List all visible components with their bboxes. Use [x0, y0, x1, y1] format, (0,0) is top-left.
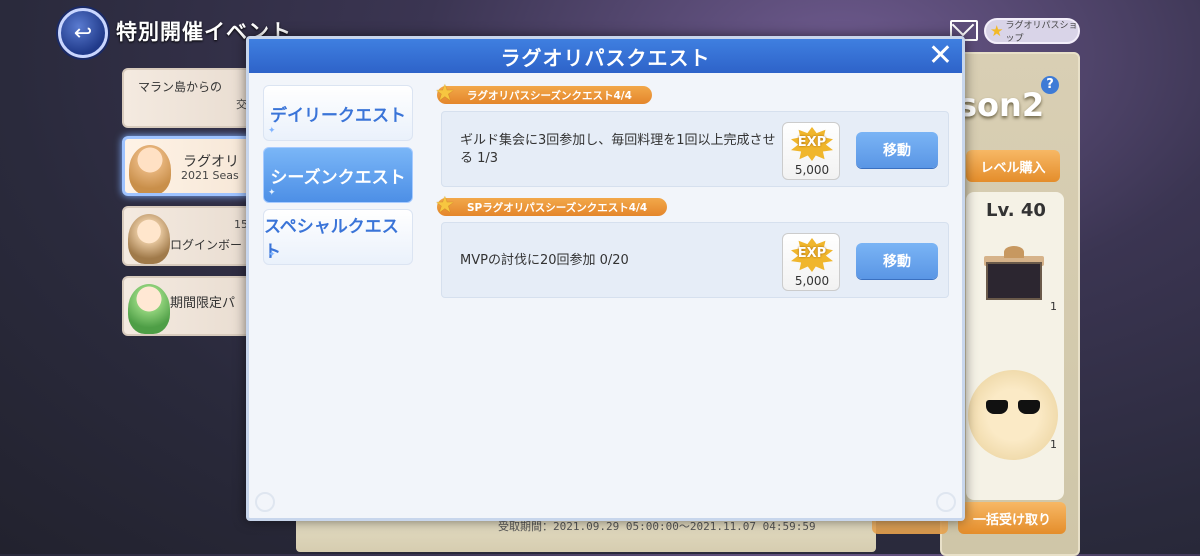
gift-box-icon[interactable]	[984, 246, 1044, 300]
reward-count: 1	[1050, 438, 1057, 451]
close-icon[interactable]: ✕	[926, 41, 956, 71]
pass-shop-button[interactable]: ★ ラグオリパスショップ	[984, 18, 1080, 44]
star-icon: ★	[435, 193, 455, 218]
event-item-ragori-pass[interactable]: ラグオリ 2021 Seas	[122, 136, 262, 196]
modal-header: ラグオリパスクエスト ✕	[249, 39, 962, 73]
corner-ornament	[255, 492, 275, 512]
exp-label: EXP	[797, 246, 827, 261]
event-label: ログインボー	[170, 238, 243, 252]
tab-label: シーズンクエスト	[270, 167, 406, 188]
sparkle-icon: ✦	[268, 250, 276, 260]
event-item-maran[interactable]: マラン島からの 交	[122, 68, 262, 128]
tab-label: デイリークエスト	[270, 105, 406, 126]
sparkle-icon: ✦	[268, 188, 276, 198]
section-label-sp-season: ★ SPラグオリパスシーズンクエスト4/4	[435, 193, 668, 218]
pass-shop-label: ラグオリパスショップ	[1005, 21, 1078, 44]
star-icon: ★	[435, 81, 455, 106]
section-label-text: ラグオリパスシーズンクエスト4/4	[467, 89, 632, 102]
star-icon: ★	[990, 22, 1004, 40]
quest-description: ギルド集会に3回参加し、毎回料理を1回以上完成させる 1/3	[460, 133, 776, 166]
character-thumbnail	[128, 214, 170, 264]
quest-card: ギルド集会に3回参加し、毎回料理を1回以上完成させる 1/3 EXP 5,000…	[441, 111, 949, 187]
tab-special-quest[interactable]: スペシャルクエスト ✦	[263, 209, 413, 265]
bulk-receive-button[interactable]: 一括受け取り	[958, 502, 1066, 534]
modal-title: ラグオリパスクエスト	[500, 45, 711, 70]
back-arrow-icon: ↩	[73, 20, 93, 46]
event-label: ラグオリ	[183, 154, 239, 170]
level-label: Lv. 40	[986, 200, 1046, 221]
reward-count: 1	[1050, 300, 1057, 313]
quest-description: MVPの討伐に20回参加 0/20	[460, 253, 629, 268]
sunglasses-icon	[986, 400, 1040, 416]
move-button[interactable]: 移動	[856, 132, 938, 168]
event-label: マラン島からの	[138, 80, 223, 94]
event-sub: 2021 Seas	[181, 169, 239, 182]
season-title: son2	[958, 86, 1045, 124]
section-label-season: ★ ラグオリパスシーズンクエスト4/4	[435, 81, 652, 106]
exp-amount: 5,000	[794, 274, 830, 288]
character-thumbnail	[128, 284, 170, 334]
exp-reward: EXP 5,000	[782, 122, 840, 180]
tab-label: スペシャルクエスト	[264, 217, 399, 262]
level-buy-button[interactable]: レベル購入	[966, 150, 1060, 182]
tab-daily-quest[interactable]: デイリークエスト ✦	[263, 85, 413, 141]
sparkle-icon: ✦	[268, 126, 276, 136]
exp-amount: 5,000	[794, 163, 830, 177]
event-item-login-bonus[interactable]: 15 ログインボー	[122, 206, 262, 266]
section-label-text: SPラグオリパスシーズンクエスト4/4	[467, 201, 648, 214]
move-button[interactable]: 移動	[856, 243, 938, 279]
event-item-limited[interactable]: 期間限定パ	[122, 276, 262, 336]
quest-modal: ラグオリパスクエスト ✕ デイリークエスト ✦ シーズンクエスト ✦ スペシャル…	[246, 36, 965, 521]
back-button[interactable]: ↩	[58, 8, 108, 58]
tab-season-quest[interactable]: シーズンクエスト ✦	[263, 147, 413, 203]
character-thumbnail	[129, 145, 171, 193]
quest-tab-list: デイリークエスト ✦ シーズンクエスト ✦ スペシャルクエスト ✦	[263, 85, 417, 271]
event-label: 期間限定パ	[170, 296, 236, 311]
corner-ornament	[936, 492, 956, 512]
exp-reward: EXP 5,000	[782, 233, 840, 291]
exp-label: EXP	[797, 135, 827, 150]
help-icon[interactable]: ?	[1041, 76, 1059, 94]
quest-card: MVPの討伐に20回参加 0/20 EXP 5,000 移動	[441, 222, 949, 298]
